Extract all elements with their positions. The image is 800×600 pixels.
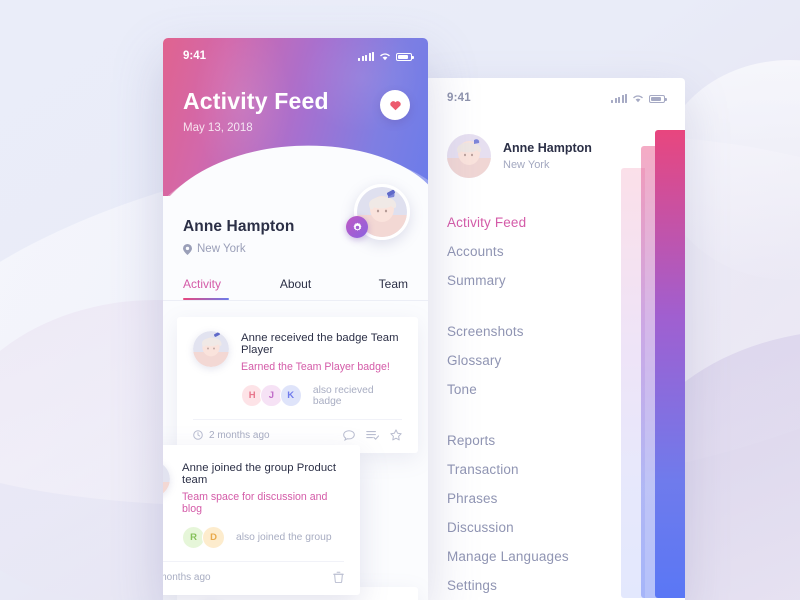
clock-icon — [193, 430, 203, 440]
menu-panel: 9:41 Anne Hampton New York Activity Feed… — [425, 78, 685, 600]
status-time: 9:41 — [447, 92, 471, 104]
feed-card-footer: 2 months ago — [163, 561, 344, 583]
tab-team[interactable]: Team — [333, 277, 408, 300]
map-pin-icon — [183, 243, 192, 255]
gear-icon — [352, 222, 363, 233]
status-bar-left: 9:41 — [163, 38, 428, 74]
signal-icon — [358, 51, 374, 61]
feed-card-content: Anne joined the group Product team Team … — [182, 461, 344, 549]
wifi-icon — [379, 52, 391, 61]
menu-profile-name: Anne Hampton — [503, 141, 592, 155]
status-time: 9:41 — [183, 50, 207, 62]
trash-icon[interactable] — [333, 571, 344, 583]
tab-activity[interactable]: Activity — [183, 277, 258, 300]
profile-tabs: Activity About Team — [163, 277, 428, 300]
feed-card-actions — [343, 429, 402, 441]
gradient-bar-1 — [655, 130, 685, 598]
feed-card-content: Anne received the badge Team Player Earn… — [241, 331, 402, 407]
signal-icon — [611, 93, 627, 103]
timestamp-row: 2 months ago — [193, 430, 270, 441]
activity-feed-panel: 9:41 Activity Feed May 13, 2018 Anne Ham… — [163, 38, 428, 600]
comment-icon[interactable] — [343, 429, 355, 441]
battery-icon — [396, 52, 414, 61]
status-icons — [611, 93, 667, 103]
timestamp-row: 2 months ago — [163, 572, 211, 583]
profile-location: New York — [197, 243, 246, 255]
profile-location-row: New York — [183, 243, 408, 255]
timestamp: 2 months ago — [209, 429, 270, 441]
feed-card-badge[interactable]: Anne received the badge Team Player Earn… — [177, 317, 418, 453]
feed-card-title: Anne received the badge Team Player — [241, 332, 399, 356]
wifi-icon — [632, 94, 644, 103]
feed-card-footer: 2 months ago — [193, 419, 402, 441]
avatar — [193, 331, 229, 367]
hero-header: 9:41 Activity Feed May 13, 2018 — [163, 38, 428, 196]
feed-card-actions — [333, 571, 344, 583]
list-check-icon[interactable] — [366, 430, 379, 441]
tabs-divider — [163, 300, 428, 301]
feed-card-chips: R D also joined the group — [182, 526, 344, 549]
star-icon[interactable] — [390, 429, 402, 441]
feed-card-chips: H J K also recieved badge — [241, 384, 402, 407]
page-title: Activity Feed — [183, 88, 329, 114]
feed-card-title: Anne joined the group Product team — [182, 462, 337, 486]
activity-feed-list: Anne received the badge Team Player Earn… — [163, 317, 428, 600]
feed-card-row: Anne received the badge Team Player Earn… — [193, 331, 402, 407]
chip-note: also recieved badge — [312, 384, 374, 407]
feed-card-subtitle: Team space for discussion and blog — [182, 491, 328, 515]
avatar — [447, 134, 491, 178]
heart-icon — [389, 99, 402, 111]
menu-profile-text: Anne Hampton New York — [503, 141, 592, 171]
timestamp: 2 months ago — [163, 571, 211, 583]
chip-avatar[interactable]: D — [202, 526, 225, 549]
status-bar-right: 9:41 — [425, 78, 685, 118]
feed-card-subtitle: Earned the Team Player badge! — [241, 361, 390, 373]
page-date: May 13, 2018 — [183, 122, 253, 134]
chip-note: also joined the group — [236, 532, 332, 543]
battery-icon — [649, 94, 667, 103]
feed-card-group[interactable]: Anne joined the group Product team Team … — [163, 445, 360, 595]
chip-avatar[interactable]: K — [279, 384, 302, 407]
feed-card-row: Anne joined the group Product team Team … — [163, 461, 344, 549]
menu-profile-location: New York — [503, 159, 550, 171]
status-icons — [358, 51, 414, 61]
profile-block: Anne Hampton New York — [163, 184, 428, 255]
avatar — [163, 461, 170, 497]
favorite-button[interactable] — [380, 90, 410, 120]
tab-about[interactable]: About — [258, 277, 333, 300]
settings-badge-button[interactable] — [346, 216, 368, 238]
